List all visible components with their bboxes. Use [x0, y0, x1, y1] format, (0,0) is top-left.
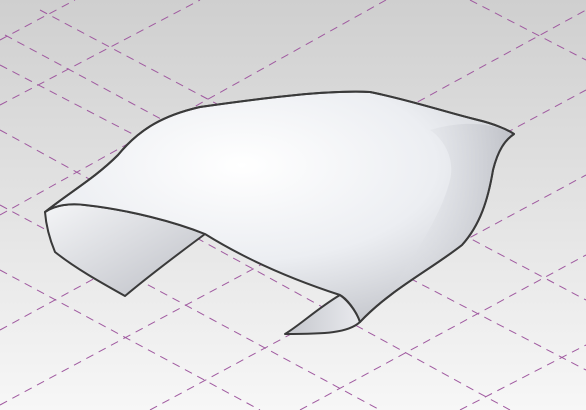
viewport-canvas[interactable]	[0, 0, 586, 410]
3d-viewport[interactable]	[0, 0, 586, 410]
